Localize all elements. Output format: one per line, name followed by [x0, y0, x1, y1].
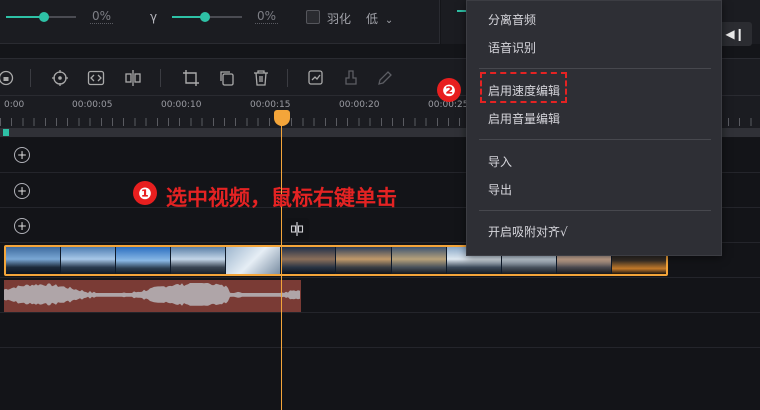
- menu-separator: [479, 68, 711, 69]
- time-label: 0:00: [4, 100, 25, 110]
- menu-item-import[interactable]: 导入: [488, 153, 512, 170]
- clip-thumbnail: [171, 247, 227, 274]
- context-menu: 分离音频 语音识别 启用速度编辑 启用音量编辑 导入 导出 开启吸附对齐√: [466, 0, 722, 256]
- slider-1[interactable]: [6, 12, 76, 22]
- add-track-icon[interactable]: +: [14, 147, 30, 163]
- clip-thumbnail: [61, 247, 117, 274]
- clip-thumbnail: [116, 247, 172, 274]
- target-icon[interactable]: [50, 68, 70, 88]
- lock-icon[interactable]: [0, 68, 16, 88]
- quality-value: 低: [366, 12, 379, 26]
- slider-1-knob[interactable]: [39, 12, 49, 22]
- snapshot-icon[interactable]: [306, 68, 326, 88]
- play-icon[interactable]: ◀❙: [718, 22, 752, 46]
- audio-clip[interactable]: [4, 280, 301, 312]
- slider-2-knob[interactable]: [200, 12, 210, 22]
- time-label: 00:00:20: [339, 100, 380, 110]
- feather-checkbox[interactable]: [306, 10, 320, 24]
- menu-item-enable-volume-edit[interactable]: 启用音量编辑: [488, 110, 560, 127]
- split-icon[interactable]: [285, 218, 309, 240]
- time-label: 00:00:15: [250, 100, 291, 110]
- paint-icon[interactable]: [341, 68, 361, 88]
- code-fit-icon[interactable]: [86, 68, 106, 88]
- menu-item-export[interactable]: 导出: [488, 181, 512, 198]
- slider-1-value[interactable]: 0%: [90, 9, 114, 24]
- split-icon[interactable]: [123, 68, 143, 88]
- playhead-handle[interactable]: [274, 110, 290, 126]
- clip-thumbnail: [6, 247, 62, 274]
- menu-item-separate-audio[interactable]: 分离音频: [488, 11, 536, 28]
- track-row: [0, 348, 760, 410]
- highlight-box: [480, 72, 567, 103]
- step-1-instruction: 选中视频，鼠标右键单击: [166, 186, 397, 210]
- playhead-line: [281, 112, 282, 410]
- delete-icon[interactable]: [251, 68, 271, 88]
- time-label: 00:00:05: [72, 100, 113, 110]
- slider-2-value[interactable]: 0%: [255, 9, 279, 24]
- toolbar-divider: [30, 69, 31, 87]
- audio-waveform: [4, 283, 300, 306]
- slider-2[interactable]: [172, 12, 242, 22]
- gamma-label: γ: [150, 10, 158, 24]
- clip-thumbnail: [336, 247, 392, 274]
- step-1-badge: ❶: [133, 181, 157, 205]
- chevron-down-icon: ⌄: [384, 15, 394, 26]
- step-2-badge: ❷: [437, 78, 461, 102]
- feather-label: 羽化: [327, 12, 352, 26]
- toolbar-divider: [160, 69, 161, 87]
- menu-item-speech-recognition[interactable]: 语音识别: [488, 39, 536, 56]
- menu-item-snap-align[interactable]: 开启吸附对齐√: [488, 223, 568, 240]
- time-label: 00:00:10: [161, 100, 202, 110]
- quality-select[interactable]: 低 ⌄: [366, 10, 393, 27]
- clip-thumbnail: [391, 247, 447, 274]
- editor-window: 0% γ 0% 羽化 低 ⌄ ◀❙ 0:00 00:00:05 00:00:10…: [0, 0, 760, 410]
- edit-icon[interactable]: [375, 68, 395, 88]
- add-track-icon[interactable]: +: [14, 218, 30, 234]
- adjust-panel: 0% γ 0% 羽化 低 ⌄: [0, 0, 440, 44]
- add-track-icon[interactable]: +: [14, 183, 30, 199]
- toolbar-divider: [287, 69, 288, 87]
- start-marker: [3, 129, 9, 136]
- menu-separator: [479, 139, 711, 140]
- crop-icon[interactable]: [181, 68, 201, 88]
- menu-separator: [479, 210, 711, 211]
- copy-icon[interactable]: [217, 68, 237, 88]
- track-row: [0, 313, 760, 348]
- clip-thumbnail: [226, 247, 282, 274]
- clip-thumbnail: [281, 247, 337, 274]
